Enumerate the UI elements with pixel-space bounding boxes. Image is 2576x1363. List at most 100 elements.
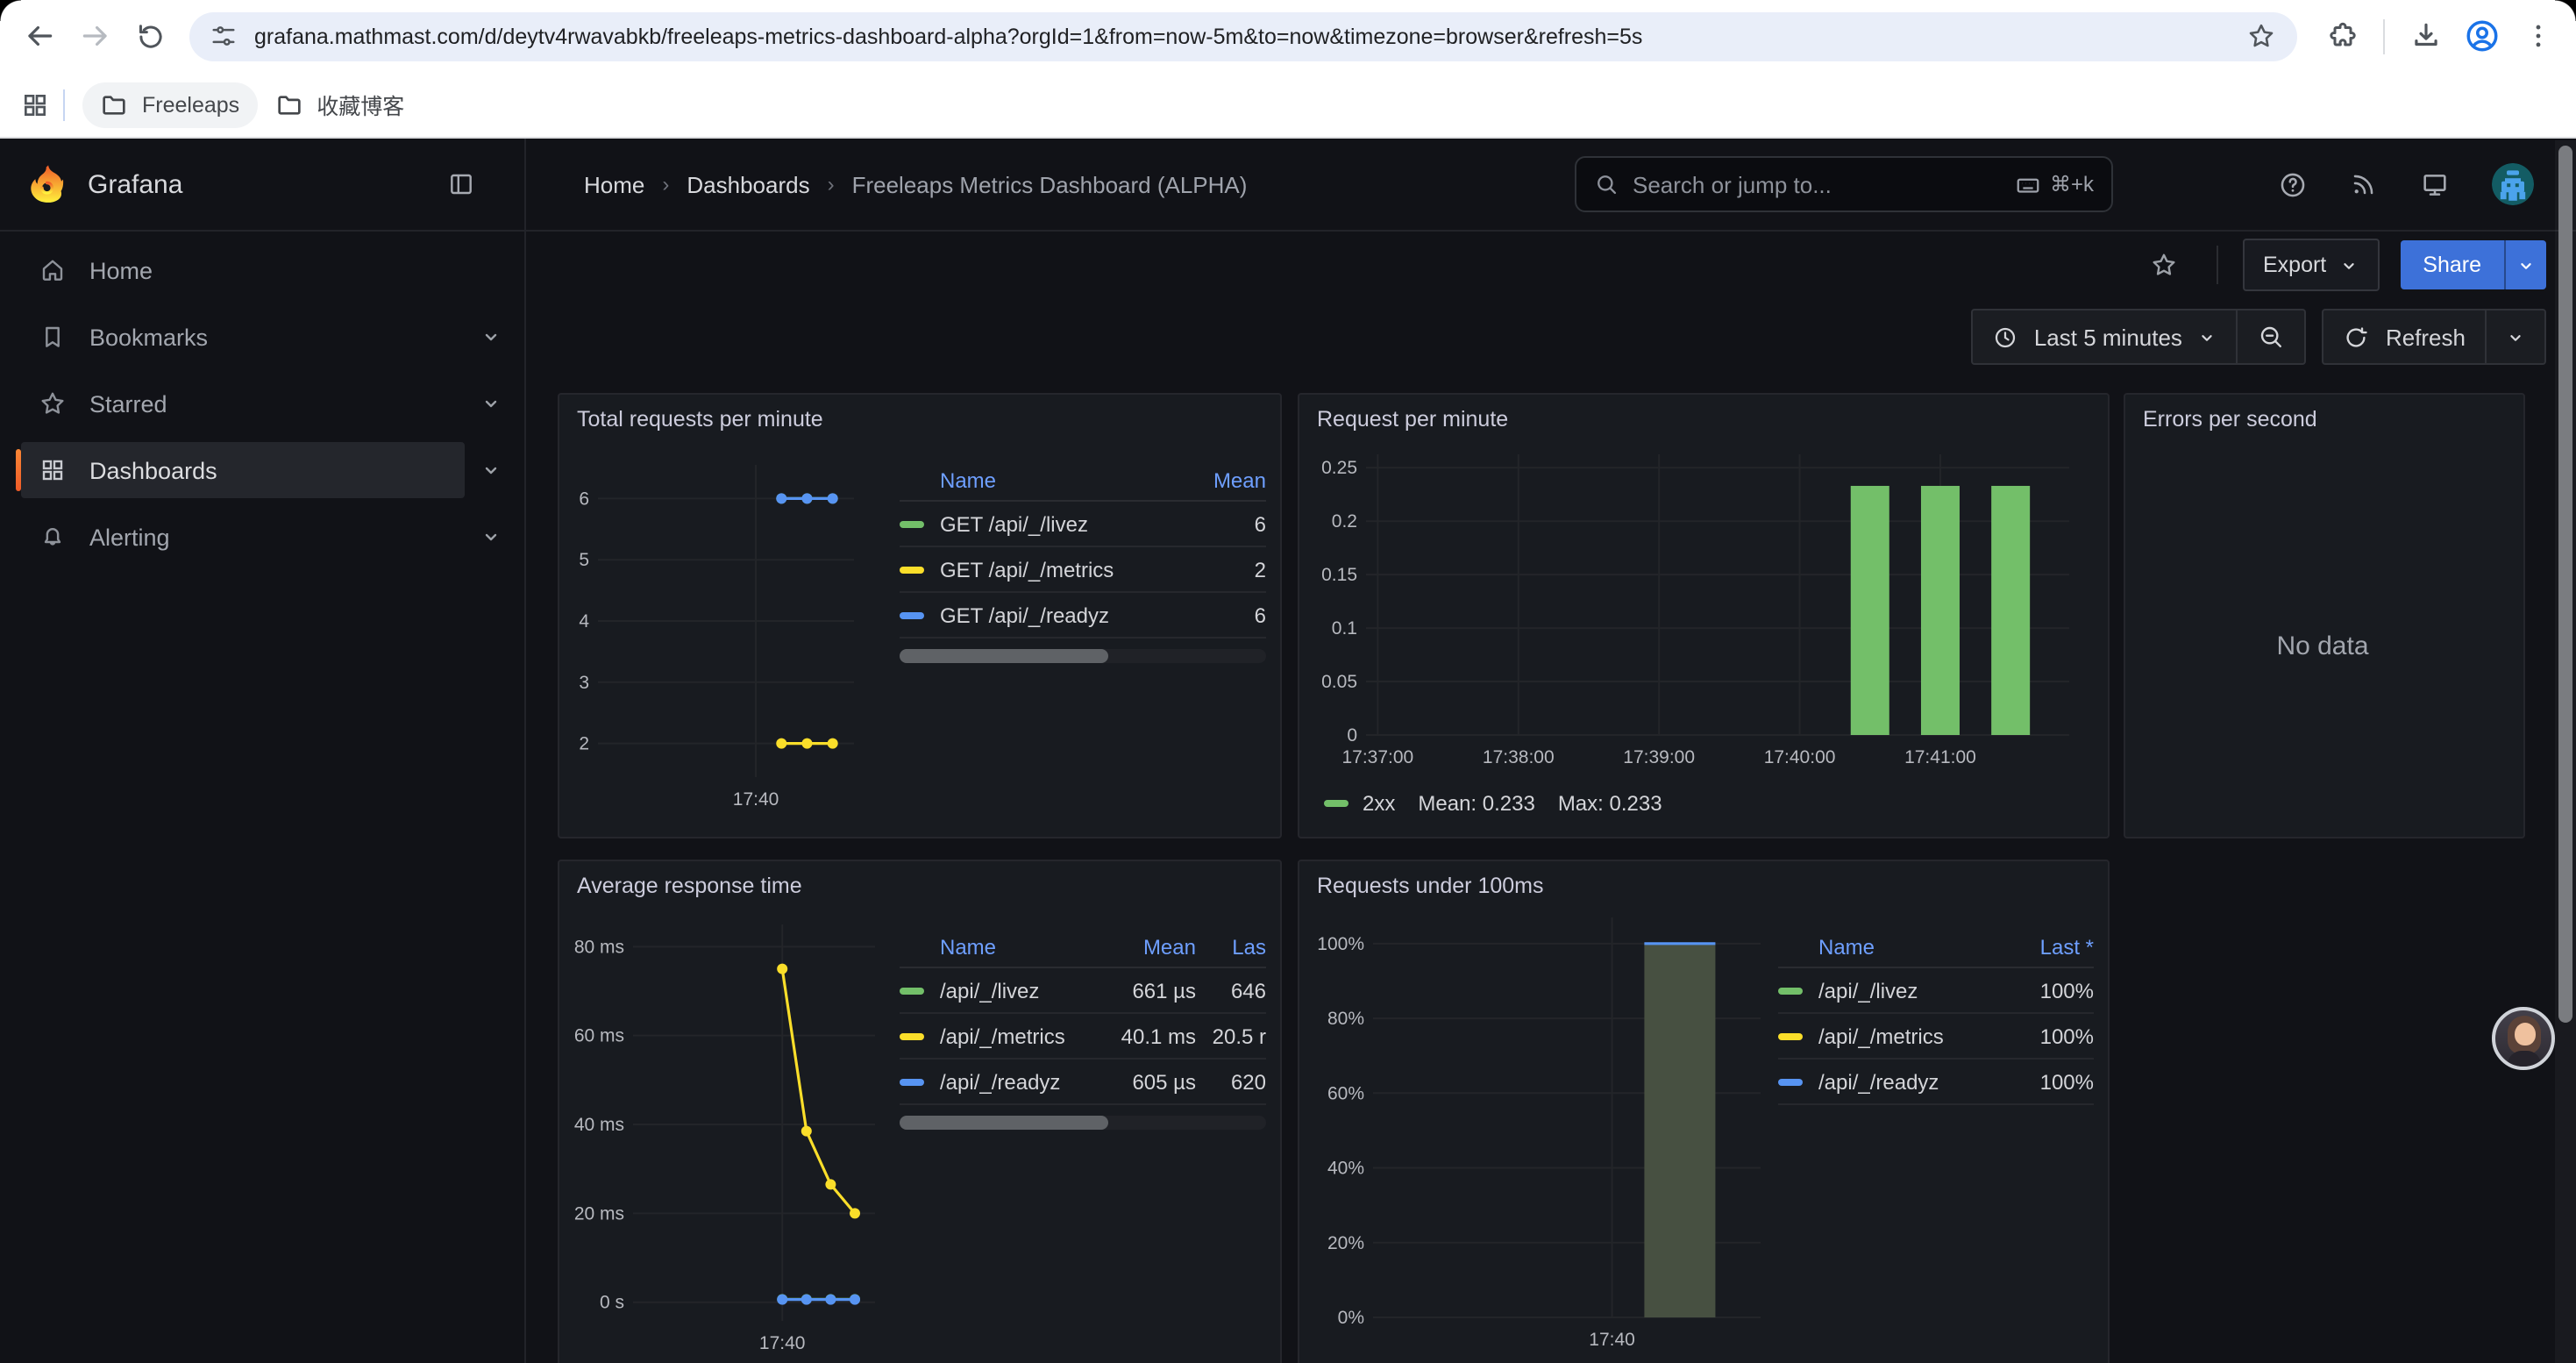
profile-button[interactable] — [2453, 8, 2509, 64]
page-scrollbar-thumb[interactable] — [2558, 146, 2572, 1023]
svg-text:100%: 100% — [1317, 934, 1364, 954]
bookmarks-divider — [63, 89, 65, 120]
average-response-time-chart[interactable]: 80 ms60 ms40 ms20 ms0 s17:40 — [570, 903, 889, 1363]
downloads-button[interactable] — [2397, 8, 2453, 64]
svg-text:0.05: 0.05 — [1321, 672, 1357, 692]
reload-button[interactable] — [123, 8, 179, 64]
rss-news-icon[interactable] — [2350, 170, 2378, 198]
legend-row[interactable]: /api/_/livez 100% — [1778, 968, 2094, 1014]
request-per-minute-chart[interactable]: 00.050.10.150.20.2517:37:0017:38:0017:39… — [1310, 437, 2094, 784]
legend-row[interactable]: GET /api/_/readyz 6 — [900, 593, 1266, 639]
breadcrumb-home[interactable]: Home — [584, 171, 644, 197]
home-icon — [39, 256, 67, 284]
brand-name[interactable]: Grafana — [88, 169, 182, 199]
legend-row[interactable]: /api/_/readyz 100% — [1778, 1060, 2094, 1105]
extensions-button[interactable] — [2315, 8, 2371, 64]
help-icon[interactable] — [2278, 169, 2308, 199]
bookmark-freeleaps[interactable]: Freeleaps — [82, 82, 257, 127]
grafana-logo[interactable] — [28, 163, 67, 205]
refresh-interval-button[interactable] — [2485, 310, 2544, 363]
series-swatch — [1778, 1032, 1803, 1039]
zoom-out-button[interactable] — [2237, 310, 2305, 363]
url-bar[interactable]: grafana.mathmast.com/d/deytv4rwavabkb/fr… — [189, 11, 2297, 61]
topbar-icons — [2278, 139, 2534, 230]
svg-text:17:40:00: 17:40:00 — [1764, 747, 1836, 767]
browser-toolbar: grafana.mathmast.com/d/deytv4rwavabkb/fr… — [0, 0, 2576, 72]
bookmark-star-icon[interactable] — [2246, 21, 2276, 51]
panel-title[interactable]: Average response time — [559, 861, 1280, 903]
svg-text:3: 3 — [579, 673, 589, 693]
dock-menu-button[interactable] — [447, 170, 475, 198]
svg-text:17:41:00: 17:41:00 — [1904, 747, 1976, 767]
series-swatch — [900, 520, 924, 527]
refresh-button[interactable]: Refresh — [2324, 310, 2485, 363]
sidebar-item-bookmarks[interactable]: Bookmarks — [21, 309, 517, 365]
panel-requests-under-100ms: Requests under 100ms 100%80%60%40%20%0%1… — [1298, 860, 2110, 1363]
share-button[interactable]: Share — [2400, 240, 2546, 289]
assistant-avatar[interactable] — [2492, 1007, 2555, 1070]
apps-grid-icon[interactable] — [21, 90, 49, 118]
series-max: Max: 0.233 — [1558, 791, 1662, 816]
refresh-icon — [2344, 324, 2370, 350]
panel-title[interactable]: Request per minute — [1299, 395, 2108, 437]
svg-text:2: 2 — [579, 734, 589, 754]
legend-row[interactable]: /api/_/livez 661 µs 646 — [900, 968, 1266, 1014]
series-swatch — [900, 566, 924, 573]
breadcrumb-dashboards[interactable]: Dashboards — [687, 171, 809, 197]
search-input[interactable]: Search or jump to... ⌘+k — [1575, 156, 2113, 212]
sidebar-item-dashboards[interactable]: Dashboards — [21, 442, 517, 498]
bookmark-icon — [39, 323, 67, 351]
site-info-icon[interactable] — [210, 23, 237, 49]
mega-menu: Home Bookmarks Starred — [0, 232, 526, 1363]
share-menu-button[interactable] — [2504, 240, 2546, 289]
bookmark-label: 收藏博客 — [317, 88, 404, 121]
panel-legend[interactable]: 2xx Mean: 0.233 Max: 0.233 — [1310, 784, 2094, 823]
legend-scrollbar-thumb[interactable] — [900, 1116, 1108, 1130]
sidebar-item-alerting[interactable]: Alerting — [21, 509, 517, 565]
avatar-face — [2514, 1023, 2535, 1045]
legend-header-name[interactable]: Name — [1778, 935, 1992, 960]
legend-header-mean[interactable]: Mean — [1164, 468, 1266, 493]
chevron-down-icon[interactable] — [465, 526, 517, 547]
time-range-picker[interactable]: Last 5 minutes — [1973, 310, 2237, 363]
sidebar-item-home[interactable]: Home — [21, 242, 517, 298]
legend-row[interactable]: /api/_/readyz 605 µs 620 — [900, 1060, 1266, 1105]
svg-text:17:40: 17:40 — [1589, 1330, 1635, 1350]
toolbar-right — [2315, 8, 2565, 64]
monitor-icon[interactable] — [2420, 169, 2450, 199]
page-scrollbar[interactable] — [2555, 140, 2576, 1363]
panel-title[interactable]: Requests under 100ms — [1299, 861, 2108, 903]
chevron-down-icon[interactable] — [465, 460, 517, 481]
sidebar-item-starred[interactable]: Starred — [21, 375, 517, 432]
breadcrumb-current: Freeleaps Metrics Dashboard (ALPHA) — [852, 171, 1248, 197]
legend-header-last[interactable]: Las — [1196, 935, 1266, 960]
series-swatch — [1778, 1078, 1803, 1085]
user-avatar[interactable] — [2492, 163, 2534, 205]
svg-text:60 ms: 60 ms — [574, 1026, 624, 1046]
url-text[interactable]: grafana.mathmast.com/d/deytv4rwavabkb/fr… — [254, 24, 2229, 48]
legend-row[interactable]: GET /api/_/metrics 2 — [900, 547, 1266, 593]
avatar-body — [2508, 1051, 2541, 1070]
forward-button[interactable] — [67, 8, 123, 64]
legend-scrollbar[interactable] — [900, 649, 1266, 663]
legend-row[interactable]: /api/_/metrics 100% — [1778, 1014, 2094, 1060]
time-controls: Last 5 minutes Refresh — [1971, 309, 2546, 365]
chevron-down-icon — [2506, 327, 2525, 346]
legend-header-mean[interactable]: Mean — [1091, 935, 1196, 960]
total-requests-chart[interactable]: 6543217:40 — [570, 437, 889, 823]
bookmark-blog-folder[interactable]: 收藏博客 — [257, 79, 422, 130]
requests-under-100ms-chart[interactable]: 100%80%60%40%20%0%17:40 — [1310, 903, 1768, 1363]
panel-title[interactable]: Errors per second — [2125, 395, 2523, 437]
legend-header-last[interactable]: Last * — [1992, 935, 2094, 960]
chevron-down-icon[interactable] — [465, 326, 517, 347]
chevron-down-icon[interactable] — [465, 393, 517, 414]
legend-header-name[interactable]: Name — [900, 468, 1164, 493]
legend-scrollbar-thumb[interactable] — [900, 649, 1108, 663]
export-button[interactable]: Export — [2242, 239, 2379, 291]
legend-header-name[interactable]: Name — [900, 935, 1091, 960]
legend-row[interactable]: /api/_/metrics 40.1 ms 20.5 r — [900, 1014, 1266, 1060]
legend-row[interactable]: GET /api/_/livez 6 — [900, 502, 1266, 547]
legend-scrollbar[interactable] — [900, 1116, 1266, 1130]
favorite-star-button[interactable] — [2135, 251, 2191, 279]
panel-title[interactable]: Total requests per minute — [559, 395, 1280, 437]
